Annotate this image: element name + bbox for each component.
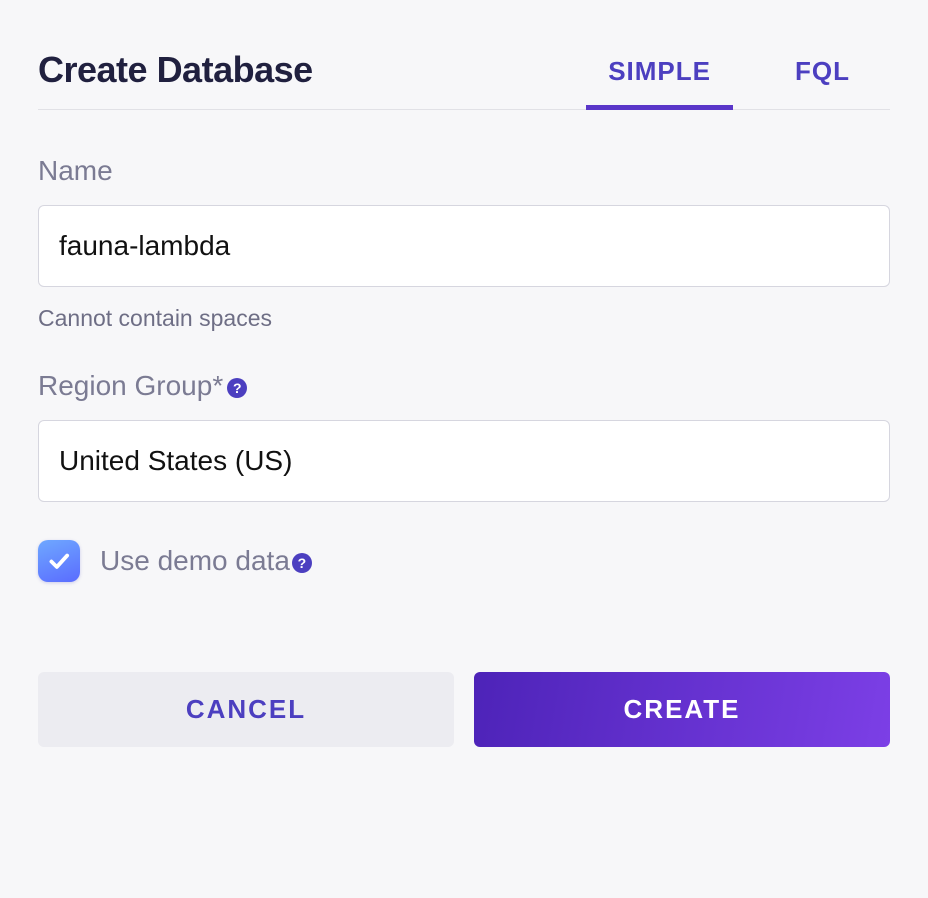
create-database-form: Name Cannot contain spaces Region Group*… [38, 110, 890, 747]
region-select-value: United States (US) [38, 420, 890, 502]
region-select[interactable]: United States (US) [38, 420, 890, 502]
demo-data-label-text: Use demo data [100, 545, 290, 577]
page-title: Create Database [38, 49, 313, 109]
name-input[interactable] [38, 205, 890, 287]
tab-fql[interactable]: FQL [773, 38, 872, 109]
dialog-header: Create Database SIMPLE FQL [38, 38, 890, 110]
region-label: Region Group* ? [38, 370, 890, 402]
check-icon [46, 548, 72, 574]
help-icon[interactable]: ? [227, 378, 247, 398]
create-button[interactable]: CREATE [474, 672, 890, 747]
tab-list: SIMPLE FQL [586, 38, 890, 109]
help-icon[interactable]: ? [292, 553, 312, 573]
name-label: Name [38, 155, 890, 187]
demo-data-row: Use demo data ? [38, 540, 890, 582]
name-field-group: Name Cannot contain spaces [38, 155, 890, 332]
demo-data-label: Use demo data ? [100, 545, 312, 577]
tab-simple[interactable]: SIMPLE [586, 38, 733, 109]
demo-data-checkbox[interactable] [38, 540, 80, 582]
action-buttons: CANCEL CREATE [38, 672, 890, 747]
name-hint: Cannot contain spaces [38, 305, 890, 332]
region-label-text: Region Group* [38, 370, 223, 402]
region-field-group: Region Group* ? United States (US) [38, 370, 890, 502]
cancel-button[interactable]: CANCEL [38, 672, 454, 747]
